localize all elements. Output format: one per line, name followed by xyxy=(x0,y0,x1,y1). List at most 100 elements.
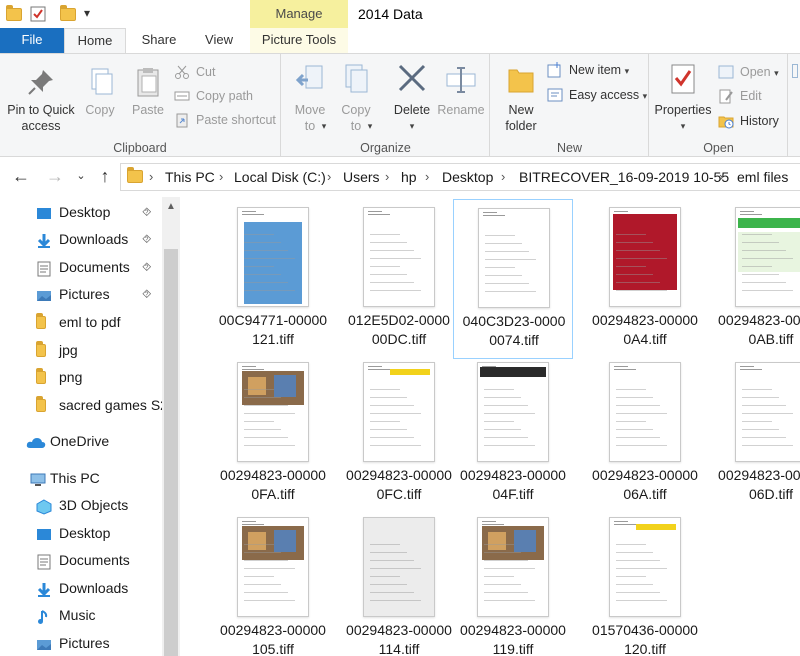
nav-pc-downloads[interactable]: Downloads xyxy=(36,575,128,601)
nav-pc-pictures[interactable]: Pictures xyxy=(36,630,110,656)
paste-shortcut-button[interactable]: Paste shortcut xyxy=(174,110,276,130)
copy-path-button[interactable]: Copy path xyxy=(174,86,253,106)
pin-icon[interactable]: ⯑ xyxy=(142,260,151,275)
breadcrumb-eml-files[interactable]: eml files xyxy=(737,169,788,185)
tab-view[interactable]: View xyxy=(190,28,248,54)
breadcrumb-bitrecover[interactable]: BITRECOVER_16-09-2019 10-55 xyxy=(519,169,729,185)
tab-share[interactable]: Share xyxy=(128,28,190,54)
pin-icon[interactable]: ⯑ xyxy=(142,287,151,302)
nav-quick-sacred-games[interactable]: sacred games S2 xyxy=(36,392,168,418)
file-tile[interactable]: 00294823-00000 06D.tiff xyxy=(711,354,800,514)
nav-scrollbar[interactable]: ▲ xyxy=(162,197,180,656)
up-arrow-icon[interactable]: ↑ xyxy=(94,165,116,187)
file-tile[interactable]: 00294823-00000 114.tiff xyxy=(339,509,459,656)
pin-to-quick-access-button[interactable]: Pin to Quick access xyxy=(4,66,78,134)
tab-home[interactable]: Home xyxy=(64,28,126,54)
file-name-line2: 0FC.tiff xyxy=(376,486,422,502)
breadcrumb-separator-icon[interactable]: › xyxy=(719,169,723,184)
pin-icon[interactable]: ⯑ xyxy=(142,205,151,220)
move-to-button[interactable]: Move to ▾ xyxy=(290,62,330,134)
nav-pc-music[interactable]: Music xyxy=(36,602,96,628)
file-name-line2: 119.tiff xyxy=(492,641,534,656)
breadcrumb-desktop[interactable]: Desktop xyxy=(442,169,493,185)
properties-button[interactable]: Properties ▾ xyxy=(652,62,714,134)
nav-3d-objects[interactable]: 3D Objects xyxy=(36,492,128,518)
pin-icon[interactable]: ⯑ xyxy=(142,232,151,247)
breadcrumb-separator-icon[interactable]: › xyxy=(327,169,331,184)
edit-label: Edit xyxy=(740,89,762,103)
breadcrumb-separator-icon[interactable]: › xyxy=(425,169,429,184)
file-name: 00294823-00000 119.tiff xyxy=(449,621,577,656)
nav-label: OneDrive xyxy=(50,433,110,449)
file-tile[interactable]: 01570436-00000 120.tiff xyxy=(585,509,705,656)
rename-button[interactable]: Rename xyxy=(436,62,486,118)
scroll-up-icon[interactable]: ▲ xyxy=(166,201,176,212)
paste-button[interactable]: Paste xyxy=(126,66,170,118)
file-thumbnail xyxy=(735,207,800,307)
scrollbar-thumb[interactable] xyxy=(164,249,178,656)
open-button[interactable]: Open ▾ xyxy=(718,62,779,82)
file-tile[interactable]: 00294823-00000 0FA.tiff xyxy=(213,354,333,514)
copy-to-button[interactable]: Copy to ▾ xyxy=(336,62,376,134)
nav-label: Documents xyxy=(59,552,130,568)
nav-quick-pictures[interactable]: Pictures xyxy=(36,281,110,307)
breadcrumb-hp[interactable]: hp xyxy=(401,169,417,185)
file-thumbnail xyxy=(237,207,309,307)
easy-access-button[interactable]: Easy access ▾ xyxy=(547,85,647,105)
nav-quick-downloads[interactable]: Downloads xyxy=(36,226,128,252)
nav-onedrive[interactable]: OneDrive xyxy=(26,428,109,454)
manage-context-tab[interactable]: Manage xyxy=(250,0,348,28)
breadcrumb-users[interactable]: Users xyxy=(343,169,380,185)
file-thumbnail xyxy=(477,362,549,462)
nav-this-pc[interactable]: This PC xyxy=(30,465,100,491)
new-folder-button[interactable]: New folder xyxy=(497,64,545,134)
properties-qat-icon[interactable] xyxy=(30,6,46,22)
tab-file[interactable]: File xyxy=(0,28,64,54)
file-tile[interactable]: 00294823-00000 105.tiff xyxy=(213,509,333,656)
file-tile[interactable]: 040C3D23-0000 0074.tiff xyxy=(453,199,573,359)
address-bar[interactable]: › This PC › Local Disk (C:) › Users › hp… xyxy=(120,163,800,191)
recent-locations-chevron-icon[interactable]: ⌄ xyxy=(70,165,92,187)
breadcrumb-this-pc[interactable]: This PC xyxy=(165,169,215,185)
file-tile[interactable]: 00294823-00000 06A.tiff xyxy=(585,354,705,514)
breadcrumb-separator-icon[interactable]: › xyxy=(219,169,223,184)
new-folder-qat-icon[interactable] xyxy=(60,5,76,22)
file-tile[interactable]: 00294823-00000 0FC.tiff xyxy=(339,354,459,514)
file-tile[interactable]: 00C94771-00000 121.tiff xyxy=(213,199,333,359)
forward-arrow-icon[interactable]: → xyxy=(44,165,66,187)
folder-icon xyxy=(36,368,52,387)
music-icon xyxy=(36,607,52,624)
nav-quick-desktop[interactable]: Desktop xyxy=(36,199,110,225)
nav-quick-eml-to-pdf[interactable]: eml to pdf xyxy=(36,309,120,335)
history-button[interactable]: History xyxy=(718,111,779,131)
edit-button[interactable]: Edit xyxy=(718,86,762,106)
breadcrumb-separator-icon[interactable]: › xyxy=(149,169,153,184)
new-item-button[interactable]: New item ▾ xyxy=(547,60,629,80)
tab-picture-tools[interactable]: Picture Tools xyxy=(250,28,348,54)
select-group-icon[interactable] xyxy=(792,64,798,78)
nav-pc-desktop[interactable]: Desktop xyxy=(36,520,110,546)
copy-icon xyxy=(84,66,116,98)
breadcrumb-separator-icon[interactable]: › xyxy=(385,169,389,184)
breadcrumb-local-disk[interactable]: Local Disk (C:) xyxy=(234,169,326,185)
file-tile[interactable]: 012E5D02-0000 00DC.tiff xyxy=(339,199,459,359)
cut-button[interactable]: Cut xyxy=(174,62,215,82)
back-arrow-icon[interactable]: ← xyxy=(10,165,32,187)
open-group-label: Open xyxy=(703,141,734,155)
qat-dropdown-icon[interactable]: ▾ xyxy=(84,6,100,22)
delete-button[interactable]: Delete ▾ xyxy=(388,62,436,134)
nav-quick-jpg[interactable]: jpg xyxy=(36,337,78,363)
file-name: 00294823-00000 105.tiff xyxy=(209,621,337,656)
file-tile[interactable]: 00294823-00000 0A4.tiff xyxy=(585,199,705,359)
pictures-icon xyxy=(36,286,52,302)
nav-quick-png[interactable]: png xyxy=(36,364,82,390)
file-name-line1: 00294823-00000 xyxy=(718,467,800,483)
copy-button[interactable]: Copy xyxy=(80,66,120,118)
file-name-line1: 00294823-00000 xyxy=(346,467,452,483)
file-tile[interactable]: 00294823-00000 04F.tiff xyxy=(453,354,573,514)
breadcrumb-separator-icon[interactable]: › xyxy=(501,169,505,184)
nav-pc-documents[interactable]: Documents xyxy=(36,547,130,573)
file-tile[interactable]: 00294823-00000 0AB.tiff xyxy=(711,199,800,359)
nav-quick-documents[interactable]: Documents xyxy=(36,254,130,280)
file-tile[interactable]: 00294823-00000 119.tiff xyxy=(453,509,573,656)
